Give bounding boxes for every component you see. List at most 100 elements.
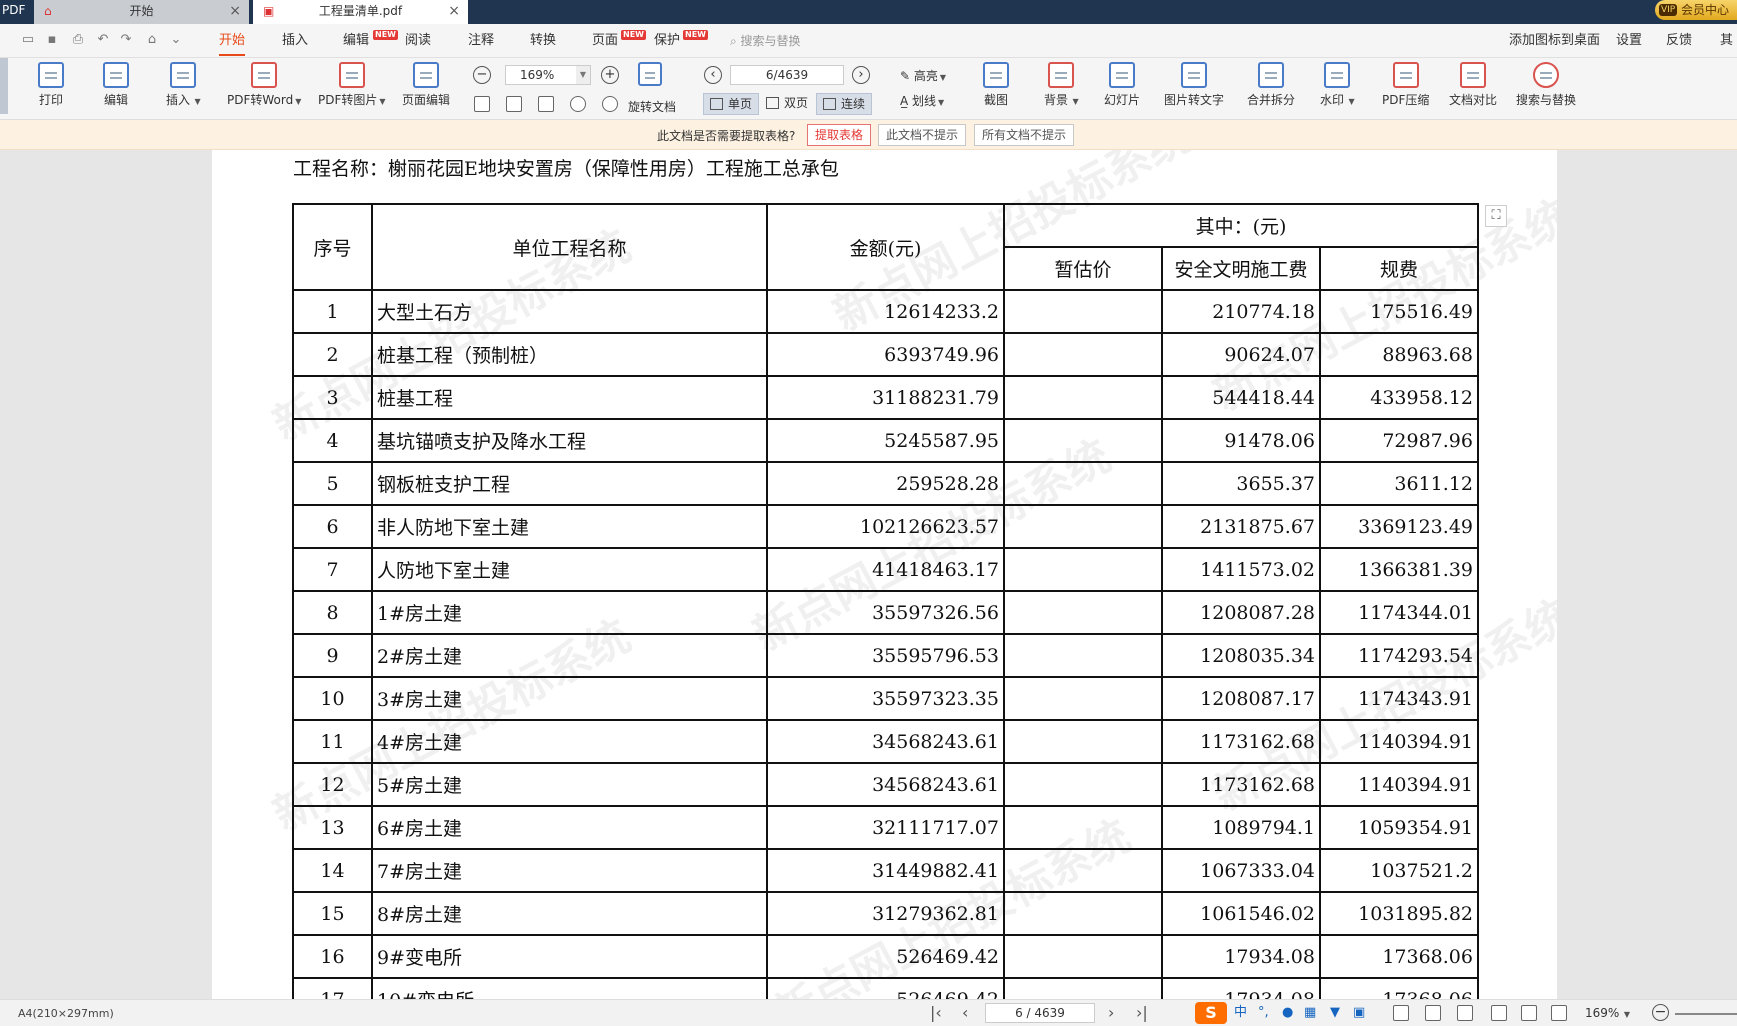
cell-provisional	[1003, 676, 1163, 721]
fit-width-icon[interactable]	[1457, 1005, 1473, 1021]
view-single-page-button[interactable]: 单页	[703, 93, 760, 115]
document-compare-button[interactable]: 文档对比	[1449, 62, 1497, 108]
cell-amount: 35595796.53	[766, 633, 1005, 678]
double-page-icon[interactable]	[1551, 1005, 1567, 1021]
undo-icon[interactable]: ↶	[95, 32, 111, 48]
tab-document[interactable]: ▣ 工程量清单.pdf ×	[253, 0, 468, 24]
watermark-button[interactable]: 水印 ▼	[1320, 62, 1355, 110]
close-icon[interactable]: ×	[229, 0, 241, 22]
zoom-out-icon[interactable]: −	[1652, 1004, 1669, 1021]
view-continuous-button[interactable]: 连续	[816, 93, 873, 115]
redo-icon[interactable]: ↷	[118, 32, 134, 48]
cell-seq: 7	[292, 547, 373, 592]
menu-start[interactable]: 开始	[219, 32, 246, 56]
close-icon[interactable]: ×	[448, 0, 460, 22]
chevron-down-icon: ▼	[938, 98, 945, 107]
slideshow-button[interactable]: 幻灯片	[1104, 62, 1140, 108]
zoom-in-icon[interactable]: +	[601, 66, 619, 84]
cell-provisional	[1003, 461, 1163, 506]
status-zoom[interactable]: 169% ▼	[1585, 1006, 1630, 1020]
feedback-link[interactable]: 反馈	[1666, 32, 1692, 50]
print-button[interactable]: 打印	[38, 62, 64, 108]
paint-bucket-icon	[1048, 62, 1075, 88]
highlight-button[interactable]: ✎ 高亮 ▼	[900, 68, 946, 86]
cell-provisional	[1003, 762, 1163, 807]
page-edit-button[interactable]: 页面编辑	[402, 62, 450, 108]
merge-split-button[interactable]: 合并拆分	[1247, 62, 1295, 108]
fit-width-icon[interactable]: ⛶	[1485, 205, 1507, 227]
home-icon[interactable]: ⌂	[144, 32, 160, 48]
view-double-page-button[interactable]: 双页	[760, 93, 814, 115]
menu-read[interactable]: 阅读	[405, 32, 431, 50]
zoom-slider[interactable]	[1675, 1013, 1737, 1015]
dont-remind-this-button[interactable]: 此文档不提示	[878, 124, 967, 146]
document-viewer[interactable]: 新点网上招投标系统 新点网上招投标系统 新点网上招投标系统 新点网上招投标系统 …	[0, 150, 1737, 999]
menu-edit[interactable]: 编辑	[343, 32, 369, 50]
pdf-to-image-button[interactable]: PDF转图片 ▼	[318, 62, 386, 110]
rotate-document-button[interactable]	[638, 62, 662, 90]
fit-page-icon[interactable]	[1425, 1005, 1441, 1021]
next-page-icon[interactable]: ›	[852, 66, 870, 84]
single-page-icon[interactable]	[1521, 1005, 1537, 1021]
fit-width-icon[interactable]	[538, 96, 554, 112]
fit-page-icon[interactable]	[506, 96, 522, 112]
status-bar: A4(210×297mm) |‹ ‹ 6 / 4639 › ›| S 中 °, …	[0, 999, 1737, 1026]
background-button[interactable]: 背景 ▼	[1044, 62, 1079, 110]
toolbox-icon[interactable]: ▣	[1353, 1005, 1365, 1021]
customize-dropdown-icon[interactable]: ⌄	[168, 32, 184, 48]
tab-home[interactable]: ⌂ 开始 ×	[34, 0, 249, 24]
continuous-page-icon[interactable]	[1491, 1005, 1507, 1021]
menu-annotate[interactable]: 注释	[468, 32, 494, 50]
cell-name: 10#变电所	[371, 977, 768, 999]
ime-language[interactable]: 中	[1234, 1005, 1247, 1021]
pdf-mode-icon[interactable]	[1393, 1005, 1409, 1021]
menu-page[interactable]: 页面	[592, 32, 618, 50]
pdf-to-word-button[interactable]: PDF转Word ▼	[227, 62, 301, 110]
screenshot-icon	[983, 62, 1009, 88]
cell-regulatory-fee: 72987.96	[1319, 418, 1479, 463]
next-page-icon[interactable]: ›	[1108, 1003, 1114, 1023]
microphone-icon[interactable]: ●	[1282, 1005, 1293, 1021]
save-icon[interactable]: ▪	[44, 32, 60, 48]
cell-provisional	[1003, 504, 1163, 549]
rotate-left-icon[interactable]	[570, 96, 586, 112]
cell-regulatory-fee: 1174293.54	[1319, 633, 1479, 678]
menu-insert[interactable]: 插入	[282, 32, 308, 50]
rotate-right-icon[interactable]	[602, 96, 618, 112]
dont-remind-all-button[interactable]: 所有文档不提示	[974, 124, 1075, 146]
underline-button[interactable]: A̲ 划线 ▼	[900, 93, 944, 111]
open-folder-icon[interactable]: ▭	[20, 32, 36, 48]
search-replace-button[interactable]: 搜索与替换	[1516, 62, 1576, 108]
page-number-input[interactable]: 6/4639	[730, 65, 844, 85]
insert-button[interactable]: 插入 ▼	[166, 62, 201, 110]
printer-icon[interactable]: ⎙	[70, 32, 86, 48]
more-link[interactable]: 其	[1720, 32, 1733, 50]
punctuation-icon[interactable]: °,	[1258, 1005, 1269, 1021]
extract-table-button[interactable]: 提取表格	[807, 124, 872, 146]
first-page-icon[interactable]: |‹	[930, 1003, 942, 1023]
edit-button[interactable]: 编辑	[103, 62, 129, 108]
actual-size-icon[interactable]	[474, 96, 490, 112]
menu-protect[interactable]: 保护	[654, 32, 680, 50]
add-to-desktop-link[interactable]: 添加图标到桌面	[1509, 32, 1600, 50]
menu-search[interactable]: ⌕ 搜索与替换	[730, 32, 801, 50]
status-page-input[interactable]: 6 / 4639	[985, 1003, 1095, 1023]
menu-convert[interactable]: 转换	[530, 32, 556, 50]
image-to-text-button[interactable]: 图片转文字	[1164, 62, 1224, 108]
prev-page-icon[interactable]: ‹	[962, 1003, 968, 1023]
member-center-button[interactable]: VIP 会员中心	[1655, 0, 1737, 20]
skin-icon[interactable]: ▼	[1330, 1005, 1340, 1021]
last-page-icon[interactable]: ›|	[1136, 1003, 1148, 1023]
table-row: 1710#变电所526469.42 17934.0817368.06	[292, 977, 1479, 999]
cell-seq: 14	[292, 848, 373, 893]
screenshot-button[interactable]: 截图	[983, 62, 1009, 108]
zoom-select[interactable]: 169% ▼	[505, 65, 591, 85]
pdf-compress-button[interactable]: PDF压缩	[1382, 62, 1429, 108]
zoom-out-icon[interactable]: −	[473, 66, 491, 84]
menu-bar: ▭ ▪ ⎙ ↶ ↷ ⌂ ⌄ 开始 插入 编辑 NEW 阅读 注释 转换 页面 N…	[0, 24, 1737, 58]
sogou-ime-logo[interactable]: S	[1195, 1002, 1227, 1024]
settings-link[interactable]: 设置	[1616, 32, 1642, 50]
ribbon-toolbar: 打印 编辑 插入 ▼ PDF转Word ▼ PDF转图片 ▼ 页面编辑 − 169%…	[0, 58, 1737, 120]
keyboard-icon[interactable]: ▦	[1304, 1005, 1316, 1021]
prev-page-icon[interactable]: ‹	[704, 66, 722, 84]
